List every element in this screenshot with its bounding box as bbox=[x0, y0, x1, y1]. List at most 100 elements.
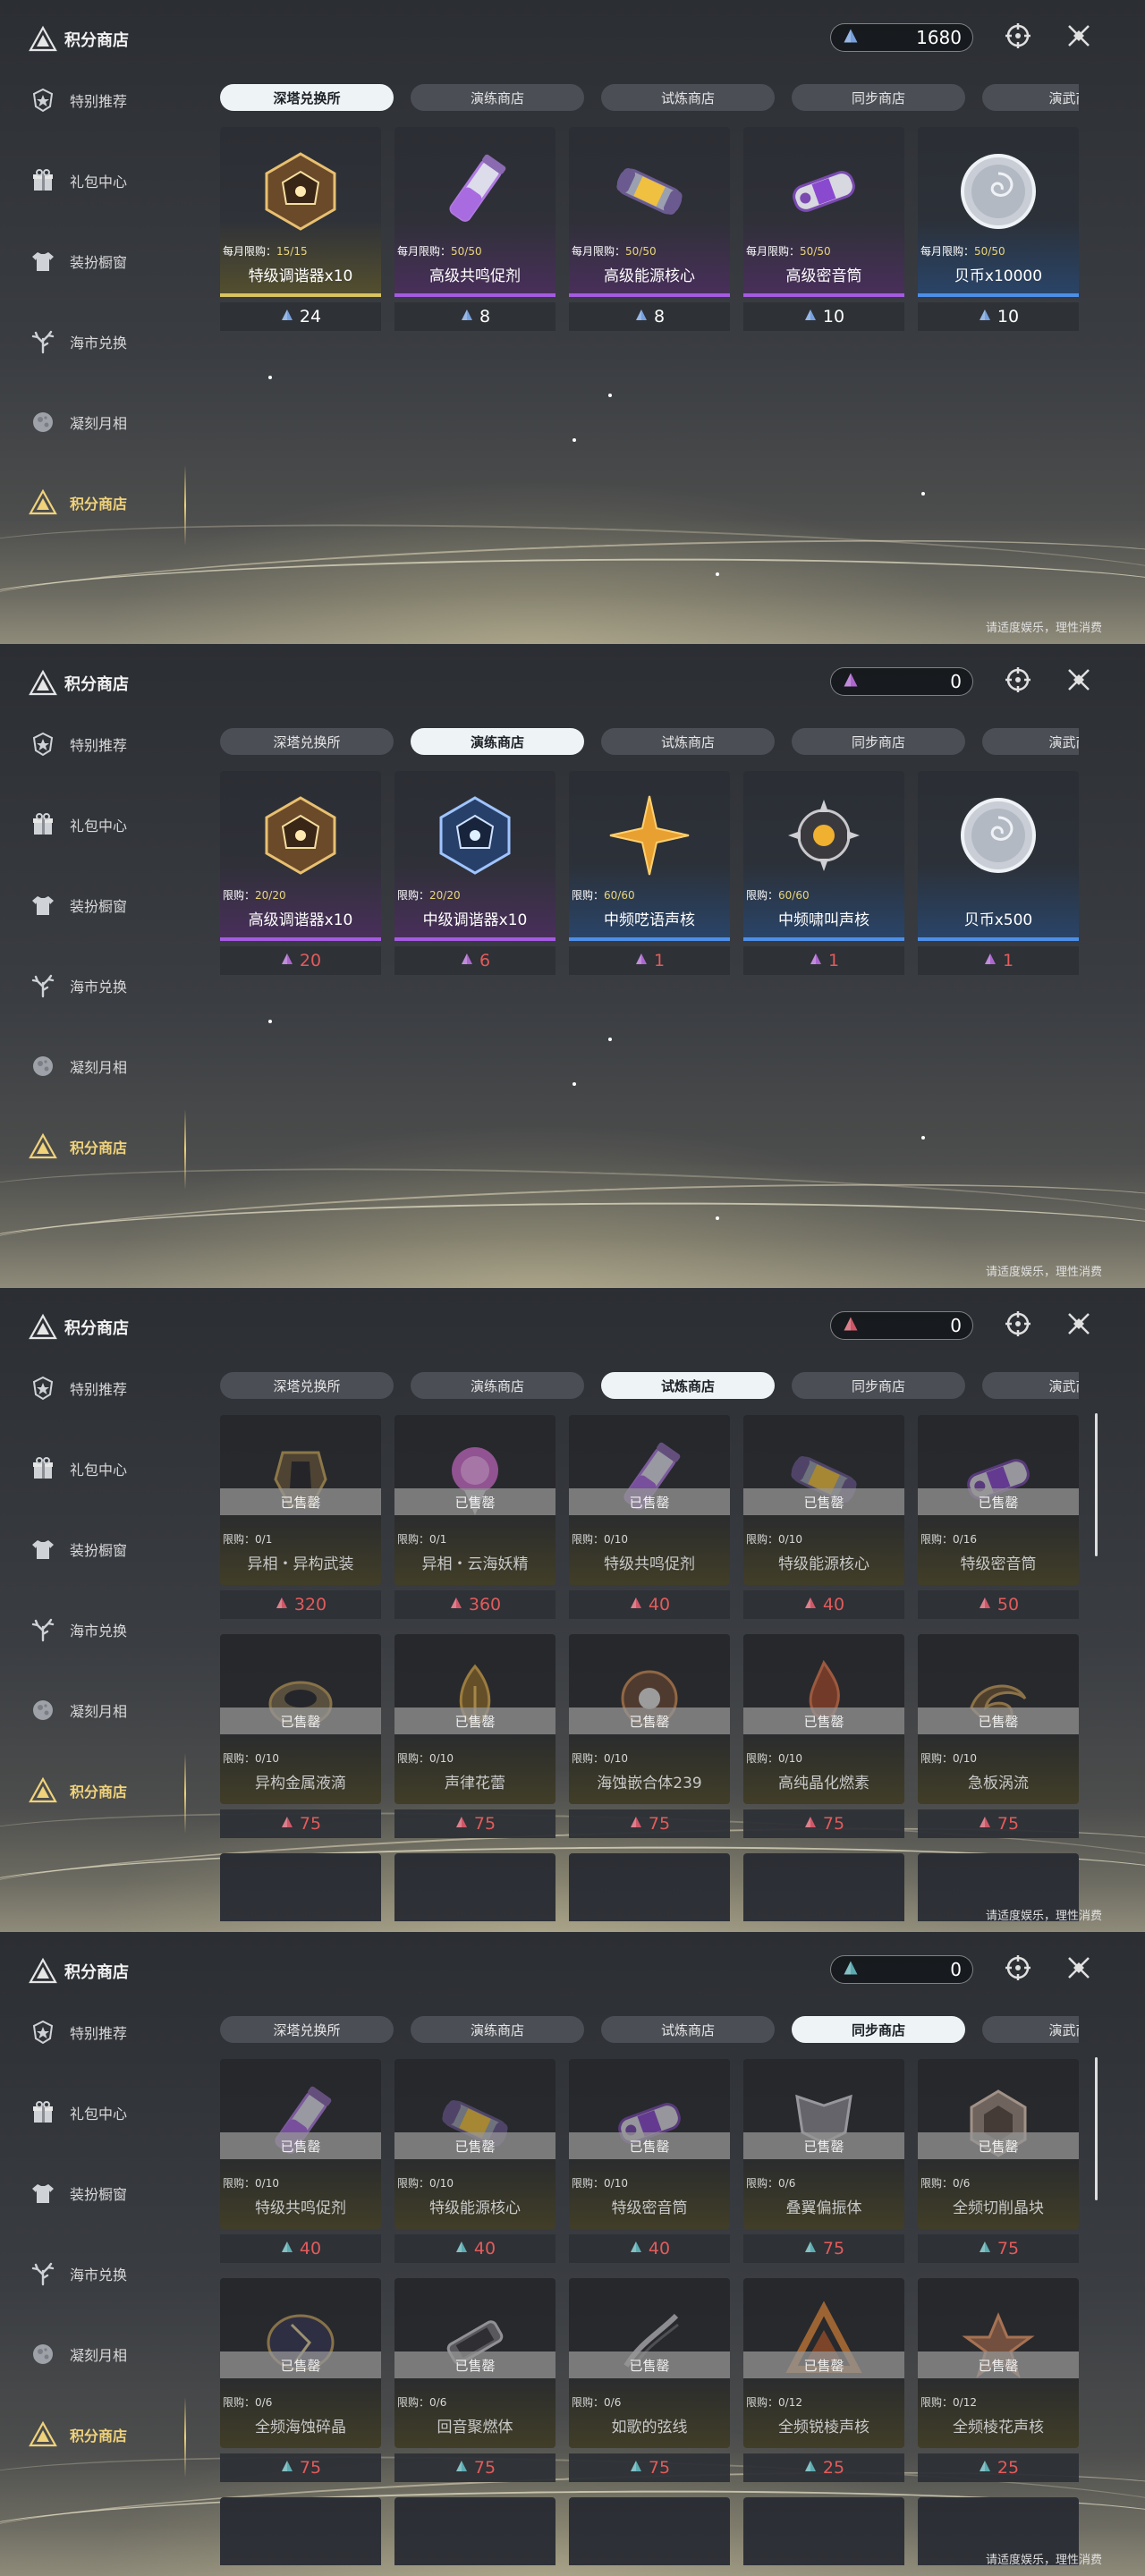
sidebar-item[interactable]: 礼包中心 bbox=[25, 1447, 186, 1490]
shop-item-card[interactable]: 已售罄 限购：0/10 特级密音筒 40 bbox=[569, 2059, 730, 2265]
sidebar-item[interactable]: 装扮橱窗 bbox=[25, 240, 186, 283]
shop-item-card[interactable]: 限购：20/20 中级调谐器x10 6 bbox=[394, 771, 556, 977]
shop-item-card[interactable]: 已售罄 限购：0/6 全频切削晶块 75 bbox=[918, 2059, 1079, 2265]
locate-button[interactable] bbox=[1002, 1953, 1034, 1986]
shop-item-card[interactable]: 已售罄 限购：0/10 特级能源核心 40 bbox=[743, 1415, 904, 1621]
locate-button[interactable] bbox=[1002, 21, 1034, 54]
sidebar-item[interactable]: 积分商店 bbox=[25, 1769, 186, 1812]
sidebar-item[interactable]: 积分商店 bbox=[25, 2413, 186, 2456]
shop-item-card[interactable]: 已售罄 限购：0/1 异相・云海妖精 360 bbox=[394, 1415, 556, 1621]
sidebar-item[interactable]: 特别推荐 bbox=[25, 723, 186, 766]
shop-tab[interactable]: 演武商 bbox=[982, 1372, 1079, 1399]
shop-item-card[interactable] bbox=[220, 1853, 381, 1921]
close-button[interactable] bbox=[1063, 665, 1095, 698]
sidebar-item[interactable]: 海市兑换 bbox=[25, 964, 186, 1007]
shop-tab[interactable]: 演练商店 bbox=[411, 1372, 584, 1399]
sidebar-item[interactable]: 特别推荐 bbox=[25, 79, 186, 122]
purchase-limit-value: 0/10 bbox=[778, 1533, 802, 1546]
scrollbar[interactable] bbox=[1095, 2057, 1098, 2200]
sidebar-item[interactable]: 海市兑换 bbox=[25, 320, 186, 363]
shop-tab[interactable]: 演武商 bbox=[982, 728, 1079, 755]
shop-item-card[interactable]: 每月限购：50/50 贝币x10000 10 bbox=[918, 127, 1079, 333]
shop-item-card[interactable]: 每月限购：50/50 高级共鸣促剂 8 bbox=[394, 127, 556, 333]
sidebar-item[interactable]: 海市兑换 bbox=[25, 1608, 186, 1651]
shop-tab[interactable]: 试炼商店 bbox=[601, 2016, 775, 2043]
shop-tab[interactable]: 演武商 bbox=[982, 84, 1079, 111]
shop-item-card[interactable]: 已售罄 限购：0/10 海蚀嵌合体239 75 bbox=[569, 1634, 730, 1840]
shop-item-card[interactable]: 已售罄 限购：0/10 声律花蕾 75 bbox=[394, 1634, 556, 1840]
shop-tab[interactable]: 演练商店 bbox=[411, 84, 584, 111]
gift-icon bbox=[25, 2095, 61, 2131]
sidebar-item[interactable]: 礼包中心 bbox=[25, 803, 186, 846]
sidebar-item[interactable]: 积分商店 bbox=[25, 1125, 186, 1168]
shop-item-card[interactable]: 已售罄 限购：0/6 如歌的弦线 75 bbox=[569, 2278, 730, 2484]
locate-button[interactable] bbox=[1002, 665, 1034, 698]
shop-tab[interactable]: 深塔兑换所 bbox=[220, 2016, 394, 2043]
sidebar-item[interactable]: 积分商店 bbox=[25, 481, 186, 524]
shop-item-card[interactable]: 限购：20/20 高级调谐器x10 20 bbox=[220, 771, 381, 977]
sidebar-item[interactable]: 礼包中心 bbox=[25, 159, 186, 202]
shop-item-card[interactable]: 已售罄 限购：0/16 特级密音筒 50 bbox=[918, 1415, 1079, 1621]
currency-balance: 0 bbox=[830, 1311, 973, 1340]
shop-tab[interactable]: 同步商店 bbox=[792, 2016, 965, 2043]
sidebar-item[interactable]: 凝刻月相 bbox=[25, 1689, 186, 1732]
shop-tab[interactable]: 演武商 bbox=[982, 2016, 1079, 2043]
close-button[interactable] bbox=[1063, 21, 1095, 54]
sidebar-item-label: 积分商店 bbox=[70, 1140, 128, 1157]
sidebar-item[interactable]: 凝刻月相 bbox=[25, 401, 186, 444]
sidebar-item[interactable]: 装扮橱窗 bbox=[25, 2172, 186, 2215]
close-button[interactable] bbox=[1063, 1953, 1095, 1986]
shop-item-card[interactable] bbox=[569, 2497, 730, 2565]
sidebar-item[interactable]: 凝刻月相 bbox=[25, 1045, 186, 1088]
shop-tab[interactable]: 深塔兑换所 bbox=[220, 1372, 394, 1399]
sidebar-item[interactable]: 凝刻月相 bbox=[25, 2333, 186, 2376]
shop-item-card[interactable] bbox=[569, 1853, 730, 1921]
shop-item-card[interactable]: 贝币x500 1 bbox=[918, 771, 1079, 977]
close-button[interactable] bbox=[1063, 1309, 1095, 1342]
shop-item-card[interactable] bbox=[743, 1853, 904, 1921]
shop-item-card[interactable]: 限购：60/60 中频呓语声核 1 bbox=[569, 771, 730, 977]
sidebar-item[interactable]: 装扮橱窗 bbox=[25, 884, 186, 927]
shop-item-card[interactable]: 已售罄 限购：0/12 全频锐棱声核 25 bbox=[743, 2278, 904, 2484]
shop-item-card[interactable]: 已售罄 限购：0/6 回音聚燃体 75 bbox=[394, 2278, 556, 2484]
star-shield-icon bbox=[25, 2014, 61, 2050]
shop-tab[interactable]: 演练商店 bbox=[411, 2016, 584, 2043]
sidebar-item[interactable]: 特别推荐 bbox=[25, 2011, 186, 2054]
shop-item-card[interactable] bbox=[743, 2497, 904, 2565]
shop-item-card[interactable] bbox=[220, 2497, 381, 2565]
shop-item-card[interactable]: 已售罄 限购：0/10 异构金属液滴 75 bbox=[220, 1634, 381, 1840]
sidebar-item[interactable]: 海市兑换 bbox=[25, 2252, 186, 2295]
sidebar-item[interactable]: 礼包中心 bbox=[25, 2091, 186, 2134]
shop-tab[interactable]: 同步商店 bbox=[792, 728, 965, 755]
shop-item-card[interactable]: 已售罄 限购：0/12 全频棱花声核 25 bbox=[918, 2278, 1079, 2484]
locate-button[interactable] bbox=[1002, 1309, 1034, 1342]
shop-item-card[interactable]: 已售罄 限购：0/10 特级共鸣促剂 40 bbox=[220, 2059, 381, 2265]
shop-tab[interactable]: 同步商店 bbox=[792, 1372, 965, 1399]
purchase-limit: 限购：60/60 bbox=[572, 887, 635, 902]
shop-item-card[interactable] bbox=[394, 2497, 556, 2565]
shop-tab[interactable]: 试炼商店 bbox=[601, 728, 775, 755]
item-price-value: 75 bbox=[822, 1814, 845, 1834]
shop-item-card[interactable]: 每月限购：15/15 特级调谐器x10 24 bbox=[220, 127, 381, 333]
sidebar-item[interactable]: 装扮橱窗 bbox=[25, 1528, 186, 1571]
shop-item-card[interactable]: 已售罄 限购：0/10 急板涡流 75 bbox=[918, 1634, 1079, 1840]
shop-item-card[interactable]: 已售罄 限购：0/10 特级共鸣促剂 40 bbox=[569, 1415, 730, 1621]
shop-item-card[interactable]: 限购：60/60 中频啸叫声核 1 bbox=[743, 771, 904, 977]
shop-tab[interactable]: 深塔兑换所 bbox=[220, 84, 394, 111]
shop-tab[interactable]: 深塔兑换所 bbox=[220, 728, 394, 755]
shop-tab[interactable]: 试炼商店 bbox=[601, 84, 775, 111]
shop-item-card[interactable]: 已售罄 限购：0/6 全频海蚀碎晶 75 bbox=[220, 2278, 381, 2484]
scrollbar[interactable] bbox=[1095, 1413, 1098, 1556]
sidebar-item-label: 装扮橱窗 bbox=[70, 898, 128, 915]
sidebar-item[interactable]: 特别推荐 bbox=[25, 1367, 186, 1410]
shop-tab[interactable]: 试炼商店 bbox=[601, 1372, 775, 1399]
shop-item-card[interactable]: 已售罄 限购：0/10 特级能源核心 40 bbox=[394, 2059, 556, 2265]
shop-item-card[interactable]: 已售罄 限购：0/10 高纯晶化燃素 75 bbox=[743, 1634, 904, 1840]
shop-item-card[interactable] bbox=[394, 1853, 556, 1921]
shop-item-card[interactable]: 每月限购：50/50 高级能源核心 8 bbox=[569, 127, 730, 333]
shop-tab[interactable]: 演练商店 bbox=[411, 728, 584, 755]
shop-item-card[interactable]: 每月限购：50/50 高级密音筒 10 bbox=[743, 127, 904, 333]
shop-item-card[interactable]: 已售罄 限购：0/1 异相・异构武装 320 bbox=[220, 1415, 381, 1621]
shop-tab[interactable]: 同步商店 bbox=[792, 84, 965, 111]
shop-item-card[interactable]: 已售罄 限购：0/6 叠翼偏振体 75 bbox=[743, 2059, 904, 2265]
